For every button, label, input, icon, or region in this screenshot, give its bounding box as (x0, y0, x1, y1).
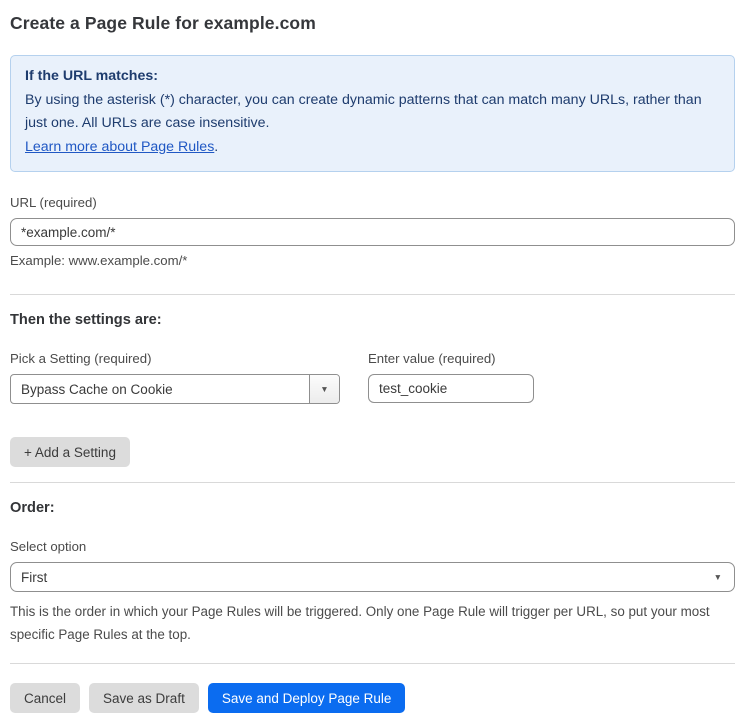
page-title: Create a Page Rule for example.com (10, 13, 735, 34)
order-select-label: Select option (10, 539, 735, 554)
chevron-down-icon: ▼ (714, 573, 722, 582)
setting-value-input[interactable] (368, 374, 534, 403)
order-help-text: This is the order in which your Page Rul… (10, 600, 735, 646)
page-rule-form: Create a Page Rule for example.com If th… (0, 0, 750, 713)
setting-select-value: Bypass Cache on Cookie (11, 375, 309, 403)
info-box-body: By using the asterisk (*) character, you… (25, 89, 720, 135)
divider (10, 482, 735, 483)
order-select[interactable]: First ▼ (10, 562, 735, 592)
settings-row: Pick a Setting (required) Bypass Cache o… (10, 328, 735, 404)
pick-setting-label: Pick a Setting (required) (10, 351, 340, 366)
url-label: URL (required) (10, 195, 735, 210)
info-box-heading: If the URL matches: (25, 65, 720, 88)
url-match-info-box: If the URL matches: By using the asteris… (10, 55, 735, 172)
info-box-link-line: Learn more about Page Rules. (25, 136, 720, 159)
url-example-hint: Example: www.example.com/* (10, 253, 735, 268)
divider (10, 663, 735, 664)
link-suffix: . (214, 139, 218, 155)
setting-select[interactable]: Bypass Cache on Cookie ▼ (10, 374, 340, 404)
add-setting-button[interactable]: + Add a Setting (10, 437, 130, 467)
setting-select-arrow-button[interactable]: ▼ (309, 375, 339, 403)
settings-section-heading: Then the settings are: (10, 312, 735, 328)
pick-setting-column: Pick a Setting (required) Bypass Cache o… (10, 328, 340, 404)
url-input[interactable] (10, 218, 735, 246)
divider (10, 294, 735, 295)
enter-value-label: Enter value (required) (368, 351, 534, 366)
chevron-down-icon: ▼ (320, 385, 328, 394)
order-section-heading: Order: (10, 500, 735, 516)
order-select-value: First (21, 570, 47, 585)
learn-more-link[interactable]: Learn more about Page Rules (25, 139, 214, 155)
enter-value-column: Enter value (required) (368, 334, 534, 403)
